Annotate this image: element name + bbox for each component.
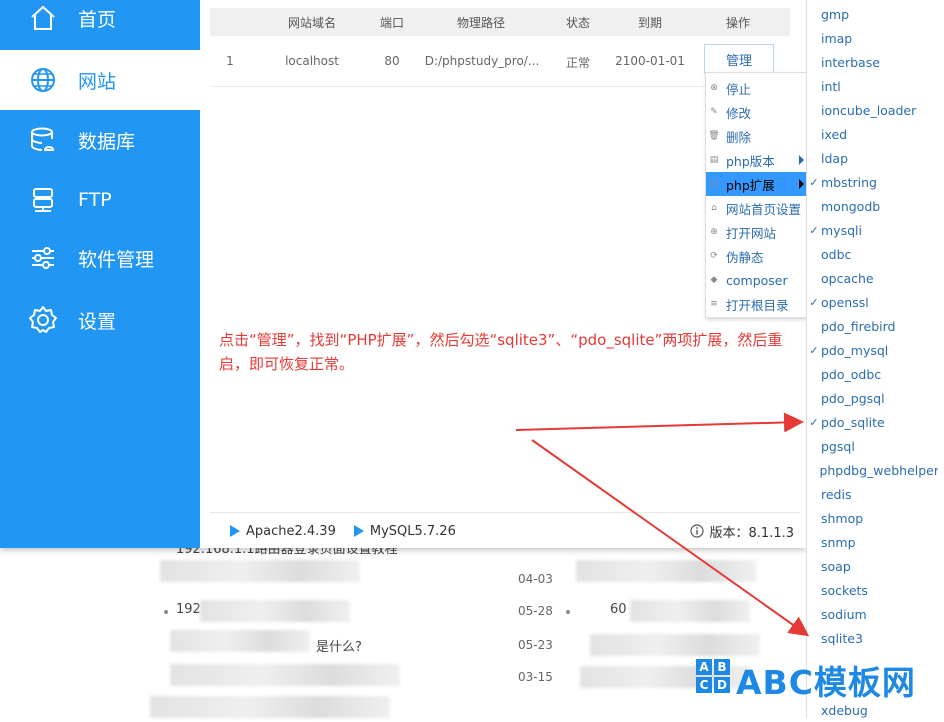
logo-letter: D (714, 677, 730, 693)
arrow-to-pdo-sqlite (515, 412, 804, 433)
logo-letter: A (696, 659, 712, 675)
watermark-text: ABC模板网 (736, 663, 916, 702)
annotation-arrows (515, 412, 810, 637)
logo-letter: B (714, 659, 730, 675)
abc-watermark-logo: A B C D ABC模板网 (696, 656, 936, 702)
logo-letter: C (696, 677, 712, 693)
logo-grid: A B C D (696, 659, 730, 693)
arrow-to-sqlite3 (531, 439, 810, 637)
